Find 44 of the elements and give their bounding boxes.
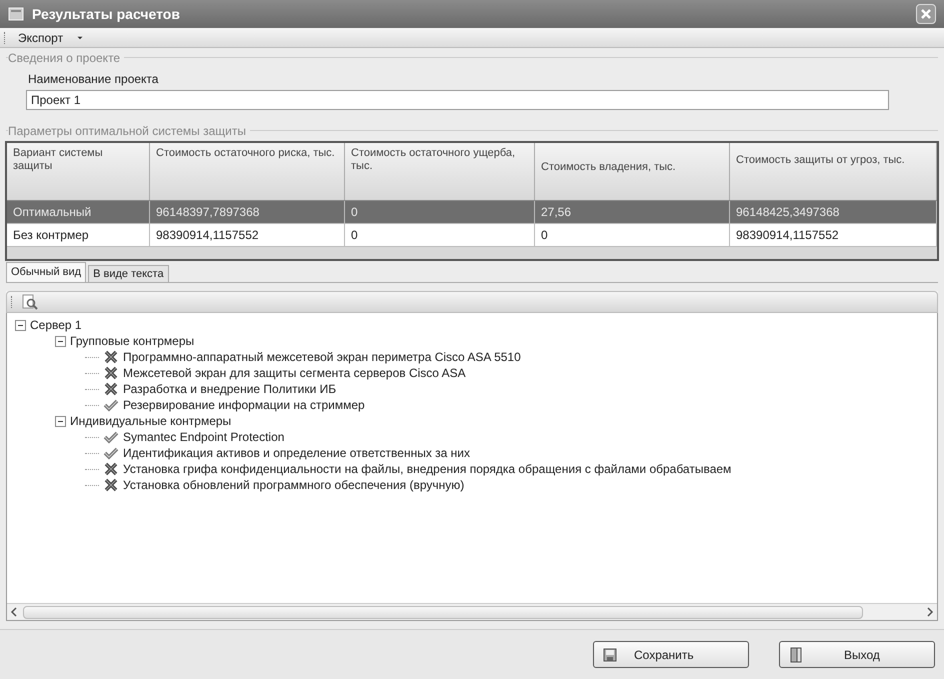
column-header[interactable]: Стоимость остаточного риска, тыс. [150,143,345,200]
close-button[interactable] [916,4,936,24]
search-icon [22,294,38,310]
table-cell: Оптимальный [7,201,150,223]
column-header[interactable]: Стоимость защиты от угроз, тыс. [730,143,937,200]
column-header[interactable]: Стоимость остаточного ущерба, тыс. [345,143,535,200]
column-header[interactable]: Вариант системы защиты [7,143,150,200]
tree-item[interactable]: Сервер 1 [30,316,82,334]
tab[interactable]: В виде текста [88,265,169,282]
tree-item[interactable]: Резервирование информации на стриммер [123,396,365,414]
expand-toggle[interactable] [55,416,66,426]
find-button[interactable] [21,293,39,311]
export-menu[interactable]: Экспорт [14,28,90,46]
expand-toggle[interactable] [55,336,66,346]
table-cell: 96148425,3497368 [730,201,937,223]
tree-item[interactable]: Групповые контрмеры [70,332,194,350]
table-row[interactable]: Оптимальный 96148397,7897368 0 27,56 96148425,3497368 [7,201,937,224]
table-cell: 98390914,1157552 [150,224,345,246]
tree-item[interactable]: Программно-аппаратный межсетевой экран периметра Cisco ASA 5510 [123,348,521,366]
close-icon [920,8,932,20]
window-icon [8,6,24,22]
table-row[interactable]: Без контрмер 98390914,1157552 0 0 98390914,1157552 [7,224,937,247]
expand-toggle[interactable] [15,320,26,330]
tab[interactable]: Обычный вид [6,262,86,282]
table-cell: 0 [345,224,535,246]
table-cell: Без контрмер [7,224,150,246]
project-name-field[interactable]: Проект 1 [26,90,889,110]
field-label: Наименование проекта [28,71,160,88]
tree-item[interactable]: Индивидуальные контрмеры [70,412,232,430]
table-cell: 96148397,7897368 [150,201,345,223]
tree-item[interactable]: Межсетевой экран для защиты сегмента серверов Cisco ASA [123,364,466,382]
table-cell: 27,56 [535,201,730,223]
table-cell: 0 [345,201,535,223]
tree-item[interactable]: Symantec Endpoint Protection [123,428,284,446]
save-button[interactable]: Сохранить [593,641,749,668]
window-title: Результаты расчетов [32,4,181,24]
tree-item[interactable]: Идентификация активов и определение ответственных за них [123,444,470,462]
table-cell: 98390914,1157552 [730,224,937,246]
tree-item[interactable]: Установка обновлений программного обеспечения (вручную) [123,476,464,494]
column-header[interactable]: Стоимость владения, тыс. [535,143,730,200]
exit-button[interactable]: Выход [779,641,935,668]
tree-item[interactable]: Установка грифа конфиденциальности на файлы, внедрения порядка обращения с файлами обрабатываем [123,460,732,478]
table-cell: 0 [535,224,730,246]
tree-item[interactable]: Разработка и внедрение Политики ИБ [123,380,336,398]
